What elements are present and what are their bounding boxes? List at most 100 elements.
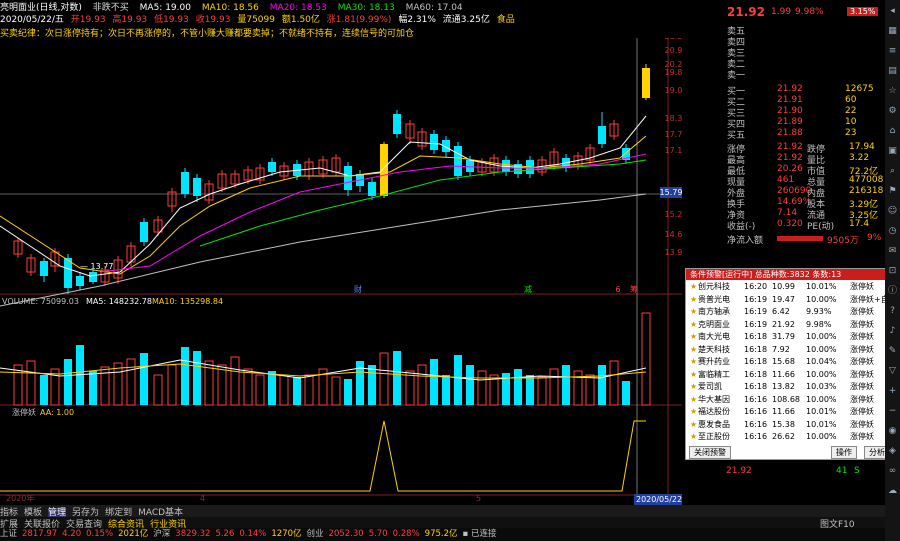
volume-bar[interactable] (26, 360, 36, 406)
user-icon[interactable]: ☺ (887, 206, 898, 217)
volume-bar[interactable] (140, 353, 148, 405)
volume-bar[interactable] (598, 365, 606, 405)
volume-bar[interactable] (537, 376, 547, 406)
volume-bar[interactable] (64, 359, 72, 405)
lock-icon[interactable]: ⊡ (887, 266, 898, 277)
volume-bar[interactable] (153, 374, 163, 406)
volume-bar[interactable] (293, 377, 301, 405)
candle-body[interactable] (454, 146, 462, 176)
chart-icon[interactable]: ▦ (887, 26, 898, 37)
volume-bar[interactable] (89, 371, 97, 405)
alert-row[interactable]: ★ 惠发食品 16:16 15.38 10.01% 涨停妖 (686, 419, 896, 430)
candle-body[interactable] (430, 134, 438, 150)
candle-body[interactable] (40, 261, 48, 276)
arrow-icon[interactable]: ◂ (887, 6, 898, 17)
volume-bar[interactable] (344, 379, 352, 405)
alert-header[interactable]: 条件预警[运行中] 总品种数:3832 条数:13 (686, 269, 896, 280)
candle-body[interactable] (380, 144, 388, 196)
alert-row[interactable]: ★ 富临精工 16:18 11.66 10.00% 涨停妖 (686, 369, 896, 380)
plus-icon[interactable]: + (887, 386, 898, 397)
tool-icon[interactable]: ✎ (887, 346, 898, 357)
volume-bar[interactable] (585, 374, 595, 406)
cloud-icon[interactable]: ☁ (887, 486, 898, 497)
help-icon[interactable]: ? (887, 306, 898, 317)
volume-bar[interactable] (40, 375, 48, 405)
star-icon[interactable]: ☆ (887, 86, 898, 97)
volume-bar[interactable] (573, 370, 583, 406)
bell-icon[interactable]: ♪ (887, 326, 898, 337)
candle-body[interactable] (181, 172, 189, 194)
grid-icon[interactable]: ▤ (887, 66, 898, 77)
volume-bar[interactable] (622, 381, 630, 405)
alert-row[interactable]: ★ 华大基因 16:16 108.68 10.00% 涨停妖 (686, 394, 896, 405)
volume-bar[interactable] (549, 368, 559, 406)
volume-bar[interactable] (393, 351, 401, 405)
volume-bar[interactable] (167, 364, 177, 406)
pin-icon[interactable]: ◉ (887, 426, 898, 437)
candle-body[interactable] (466, 160, 474, 172)
volume-bar[interactable] (454, 355, 462, 405)
candle-body[interactable] (598, 126, 606, 144)
candle-body[interactable] (642, 68, 650, 98)
volume-bar[interactable] (331, 376, 341, 406)
home-icon[interactable]: ⌂ (887, 126, 898, 137)
volume-bar[interactable] (181, 347, 189, 405)
candle-body[interactable] (89, 272, 97, 282)
volume-bar[interactable] (405, 370, 415, 406)
volume-bar[interactable] (514, 369, 522, 405)
flag-icon[interactable]: ⚑ (887, 186, 898, 197)
volume-bar[interactable] (217, 364, 227, 406)
kline-chart-area[interactable]: 21.5420.9620.2619.8319.0818.3717.7517.15… (0, 38, 682, 505)
alert-row[interactable]: ★ 福达股份 16:16 11.66 10.01% 涨停妖 (686, 406, 896, 417)
alert-row[interactable]: ★ 南方轴承 16:19 6.42 9.93% 涨停妖 (686, 306, 896, 317)
volume-bar[interactable] (279, 374, 289, 406)
alert-row[interactable]: ★ 创元科技 16:20 10.99 10.01% 涨停妖 (686, 281, 896, 292)
volume-bar[interactable] (193, 351, 201, 405)
alert-row[interactable]: ★ 爱司凯 16:18 13.82 10.03% 涨停妖 (686, 381, 896, 392)
mail-icon[interactable]: ✉ (887, 246, 898, 257)
link-icon[interactable]: ∞ (887, 466, 898, 477)
volume-bar[interactable] (243, 368, 253, 406)
minus-icon[interactable]: − (887, 406, 898, 417)
volume-bar[interactable] (113, 362, 123, 406)
gear-icon[interactable]: ⚙ (887, 106, 898, 117)
operate-button[interactable]: 操作 (831, 446, 857, 459)
clock-icon[interactable]: ◷ (887, 226, 898, 237)
alert-row[interactable]: ★ 赛升药业 16:18 15.68 10.04% 涨停妖 (686, 356, 896, 367)
volume-bar[interactable] (255, 374, 265, 406)
volume-bar[interactable] (562, 365, 570, 405)
candle-body[interactable] (393, 114, 401, 134)
volume-bar[interactable] (268, 371, 276, 405)
book-icon[interactable]: ▣ (887, 146, 898, 157)
volume-bar[interactable] (304, 374, 314, 406)
alert-row[interactable]: ★ 贵普光电 16:19 19.47 10.00% 涨停妖+自 (686, 294, 896, 305)
candle-body[interactable] (344, 166, 352, 190)
volume-bar[interactable] (368, 365, 376, 405)
candle-body[interactable] (268, 162, 276, 172)
candle-body[interactable] (140, 222, 148, 242)
info-icon[interactable]: ⓘ (887, 286, 898, 297)
volume-bar[interactable] (442, 375, 450, 405)
alert-row[interactable]: ★ 克明面业 16:19 21.92 9.98% 涨停妖 (686, 319, 896, 330)
volume-bar[interactable] (477, 370, 487, 406)
alert-row[interactable]: ★ 至正股份 16:16 26.62 10.00% 涨停妖 (686, 431, 896, 442)
close-alert-button[interactable]: 关闭预警 (689, 446, 731, 459)
search-icon[interactable]: ⌕ (887, 166, 898, 177)
alert-row[interactable]: ★ 南大光电 16:18 31.79 10.00% 涨停妖 (686, 331, 896, 342)
tag-icon[interactable]: ◈ (887, 446, 898, 457)
candle-body[interactable] (193, 178, 201, 196)
volume-bar[interactable] (430, 359, 438, 405)
volume-bar[interactable] (379, 352, 389, 406)
candle-body[interactable] (76, 276, 84, 286)
volume-bar[interactable] (417, 364, 427, 406)
volume-bar[interactable] (230, 356, 240, 406)
filter-icon[interactable]: ▽ (887, 366, 898, 377)
volume-bar[interactable] (609, 360, 619, 406)
list-icon[interactable]: ≡ (887, 46, 898, 57)
volume-bar[interactable] (641, 312, 651, 406)
volume-bar[interactable] (126, 358, 136, 406)
candle-body[interactable] (368, 182, 376, 196)
alert-row[interactable]: ★ 楚天科技 16:18 7.92 10.00% 涨停妖 (686, 344, 896, 355)
volume-bar[interactable] (526, 375, 534, 405)
volume-bar[interactable] (466, 365, 474, 405)
